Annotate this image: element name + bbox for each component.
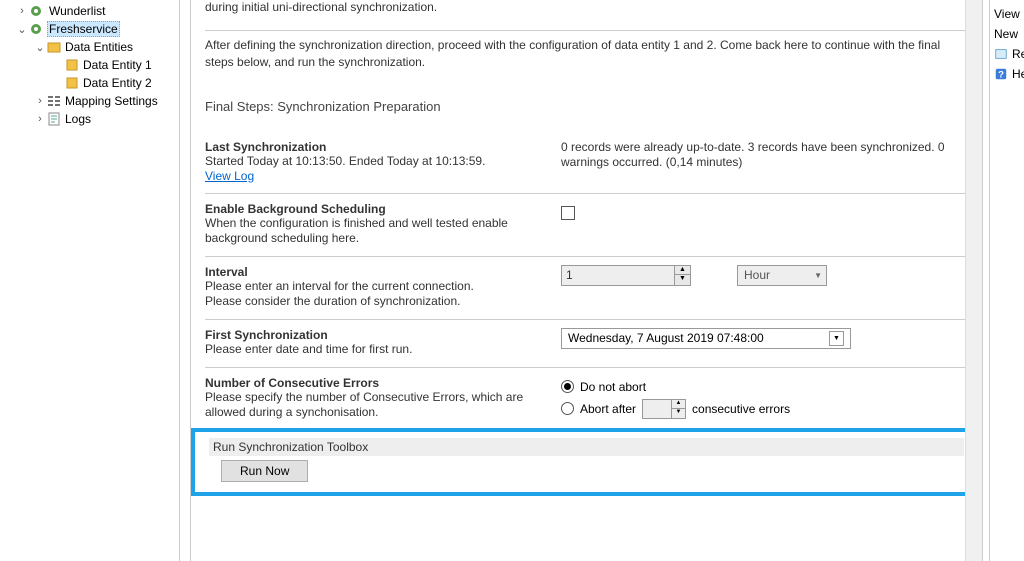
radio-label-prefix: Abort after	[580, 402, 636, 416]
combo-value: Hour	[744, 268, 770, 282]
gear-icon	[28, 21, 44, 37]
run-now-button[interactable]: Run Now	[221, 460, 308, 482]
spin-up-icon[interactable]: ▲	[675, 266, 690, 276]
expand-icon[interactable]: ›	[16, 5, 28, 17]
tree-item-logs[interactable]: › Logs	[0, 110, 179, 128]
radio-icon[interactable]	[561, 402, 574, 415]
last-sync-label: Last Synchronization	[205, 140, 545, 154]
entity-icon	[64, 57, 80, 73]
spin-up-icon[interactable]: ▲	[672, 400, 685, 409]
vertical-scrollbar[interactable]	[965, 0, 982, 561]
collapse-icon[interactable]: ⌄	[34, 41, 46, 54]
bg-scheduling-checkbox[interactable]	[561, 206, 575, 220]
view-log-link[interactable]: View Log	[205, 169, 254, 183]
interval-desc: Please enter an interval for the current…	[205, 279, 545, 294]
first-sync-datetime[interactable]: Wednesday, 7 August 2019 07:48:00 ▼	[561, 328, 851, 349]
run-toolbox-highlight: Run Synchronization Toolbox Run Now	[191, 428, 982, 496]
spin-down-icon[interactable]: ▼	[672, 409, 685, 418]
tree-label: Wunderlist	[47, 4, 107, 18]
tree-item-data-entities[interactable]: ⌄ Data Entities	[0, 38, 179, 56]
bg-scheduling-desc: When the configuration is finished and w…	[205, 216, 545, 246]
tree-item-mapping-settings[interactable]: › Mapping Settings	[0, 92, 179, 110]
radio-do-not-abort[interactable]: Do not abort	[561, 376, 968, 398]
action-label: Rename	[1012, 47, 1024, 61]
first-sync-desc: Please enter date and time for first run…	[205, 342, 545, 357]
first-sync-label: First Synchronization	[205, 328, 545, 342]
truncated-description: during initial uni-directional synchroni…	[205, 0, 545, 16]
expand-icon[interactable]: ›	[34, 113, 46, 125]
instruction-text: After defining the synchronization direc…	[205, 31, 968, 85]
tree-label: Mapping Settings	[65, 94, 158, 108]
folder-icon	[46, 39, 62, 55]
interval-spinner[interactable]: ▲ ▼	[561, 265, 691, 286]
rename-icon	[994, 46, 1008, 62]
run-toolbox-heading: Run Synchronization Toolbox	[209, 438, 964, 456]
error-count-input[interactable]	[643, 400, 671, 418]
expand-icon[interactable]: ›	[34, 95, 46, 107]
log-icon	[46, 111, 62, 127]
help-icon: ?	[994, 66, 1008, 82]
tree-label: Data Entities	[65, 40, 133, 54]
action-panel: View New Rename ? Help	[989, 0, 1024, 561]
interval-label: Interval	[205, 265, 545, 279]
svg-text:?: ?	[998, 70, 1004, 81]
main-content: during initial uni-directional synchroni…	[180, 0, 989, 561]
tree-item-wunderlist[interactable]: › Wunderlist	[0, 2, 179, 20]
radio-label: Do not abort	[580, 380, 646, 394]
tree-item-data-entity-2[interactable]: Data Entity 2	[0, 74, 179, 92]
action-new[interactable]: New	[990, 24, 1024, 44]
calendar-dropdown-icon[interactable]: ▼	[829, 331, 844, 346]
error-count-spinner[interactable]: ▲ ▼	[642, 399, 686, 419]
spin-down-icon[interactable]: ▼	[675, 275, 690, 284]
interval-unit-combo[interactable]: Hour ▼	[737, 265, 827, 286]
tree-label: Data Entity 1	[83, 58, 152, 72]
tree-item-data-entity-1[interactable]: Data Entity 1	[0, 56, 179, 74]
action-label: New	[994, 27, 1018, 41]
radio-icon[interactable]	[561, 380, 574, 393]
tree-label: Data Entity 2	[83, 76, 152, 90]
errors-desc: Please specify the number of Consecutive…	[205, 390, 545, 420]
action-view[interactable]: View	[990, 4, 1024, 24]
radio-label-suffix: consecutive errors	[692, 402, 790, 416]
gear-icon	[28, 3, 44, 19]
mapping-icon	[46, 93, 62, 109]
action-label: Help	[1012, 67, 1024, 81]
radio-abort-after[interactable]: Abort after ▲ ▼ consecutive errors	[561, 398, 968, 420]
interval-desc2: Please consider the duration of synchron…	[205, 294, 545, 309]
entity-icon	[64, 75, 80, 91]
tree-label: Logs	[65, 112, 91, 126]
action-help[interactable]: ? Help	[990, 64, 1024, 84]
chevron-down-icon: ▼	[814, 271, 822, 280]
action-rename[interactable]: Rename	[990, 44, 1024, 64]
tree-item-freshservice[interactable]: ⌄ Freshservice	[0, 20, 179, 38]
last-sync-time: Started Today at 10:13:50. Ended Today a…	[205, 154, 545, 169]
navigation-tree: › Wunderlist ⌄ Freshservice ⌄ Data Entit…	[0, 0, 180, 561]
sync-status-text: 0 records were already up-to-date. 3 rec…	[561, 140, 968, 170]
collapse-icon[interactable]: ⌄	[16, 23, 28, 36]
section-heading: Final Steps: Synchronization Preparation	[205, 85, 968, 132]
interval-input[interactable]	[562, 266, 674, 285]
tree-label: Freshservice	[47, 21, 120, 37]
datetime-value: Wednesday, 7 August 2019 07:48:00	[568, 331, 764, 345]
action-label: View	[994, 7, 1020, 21]
errors-label: Number of Consecutive Errors	[205, 376, 545, 390]
bg-scheduling-label: Enable Background Scheduling	[205, 202, 545, 216]
